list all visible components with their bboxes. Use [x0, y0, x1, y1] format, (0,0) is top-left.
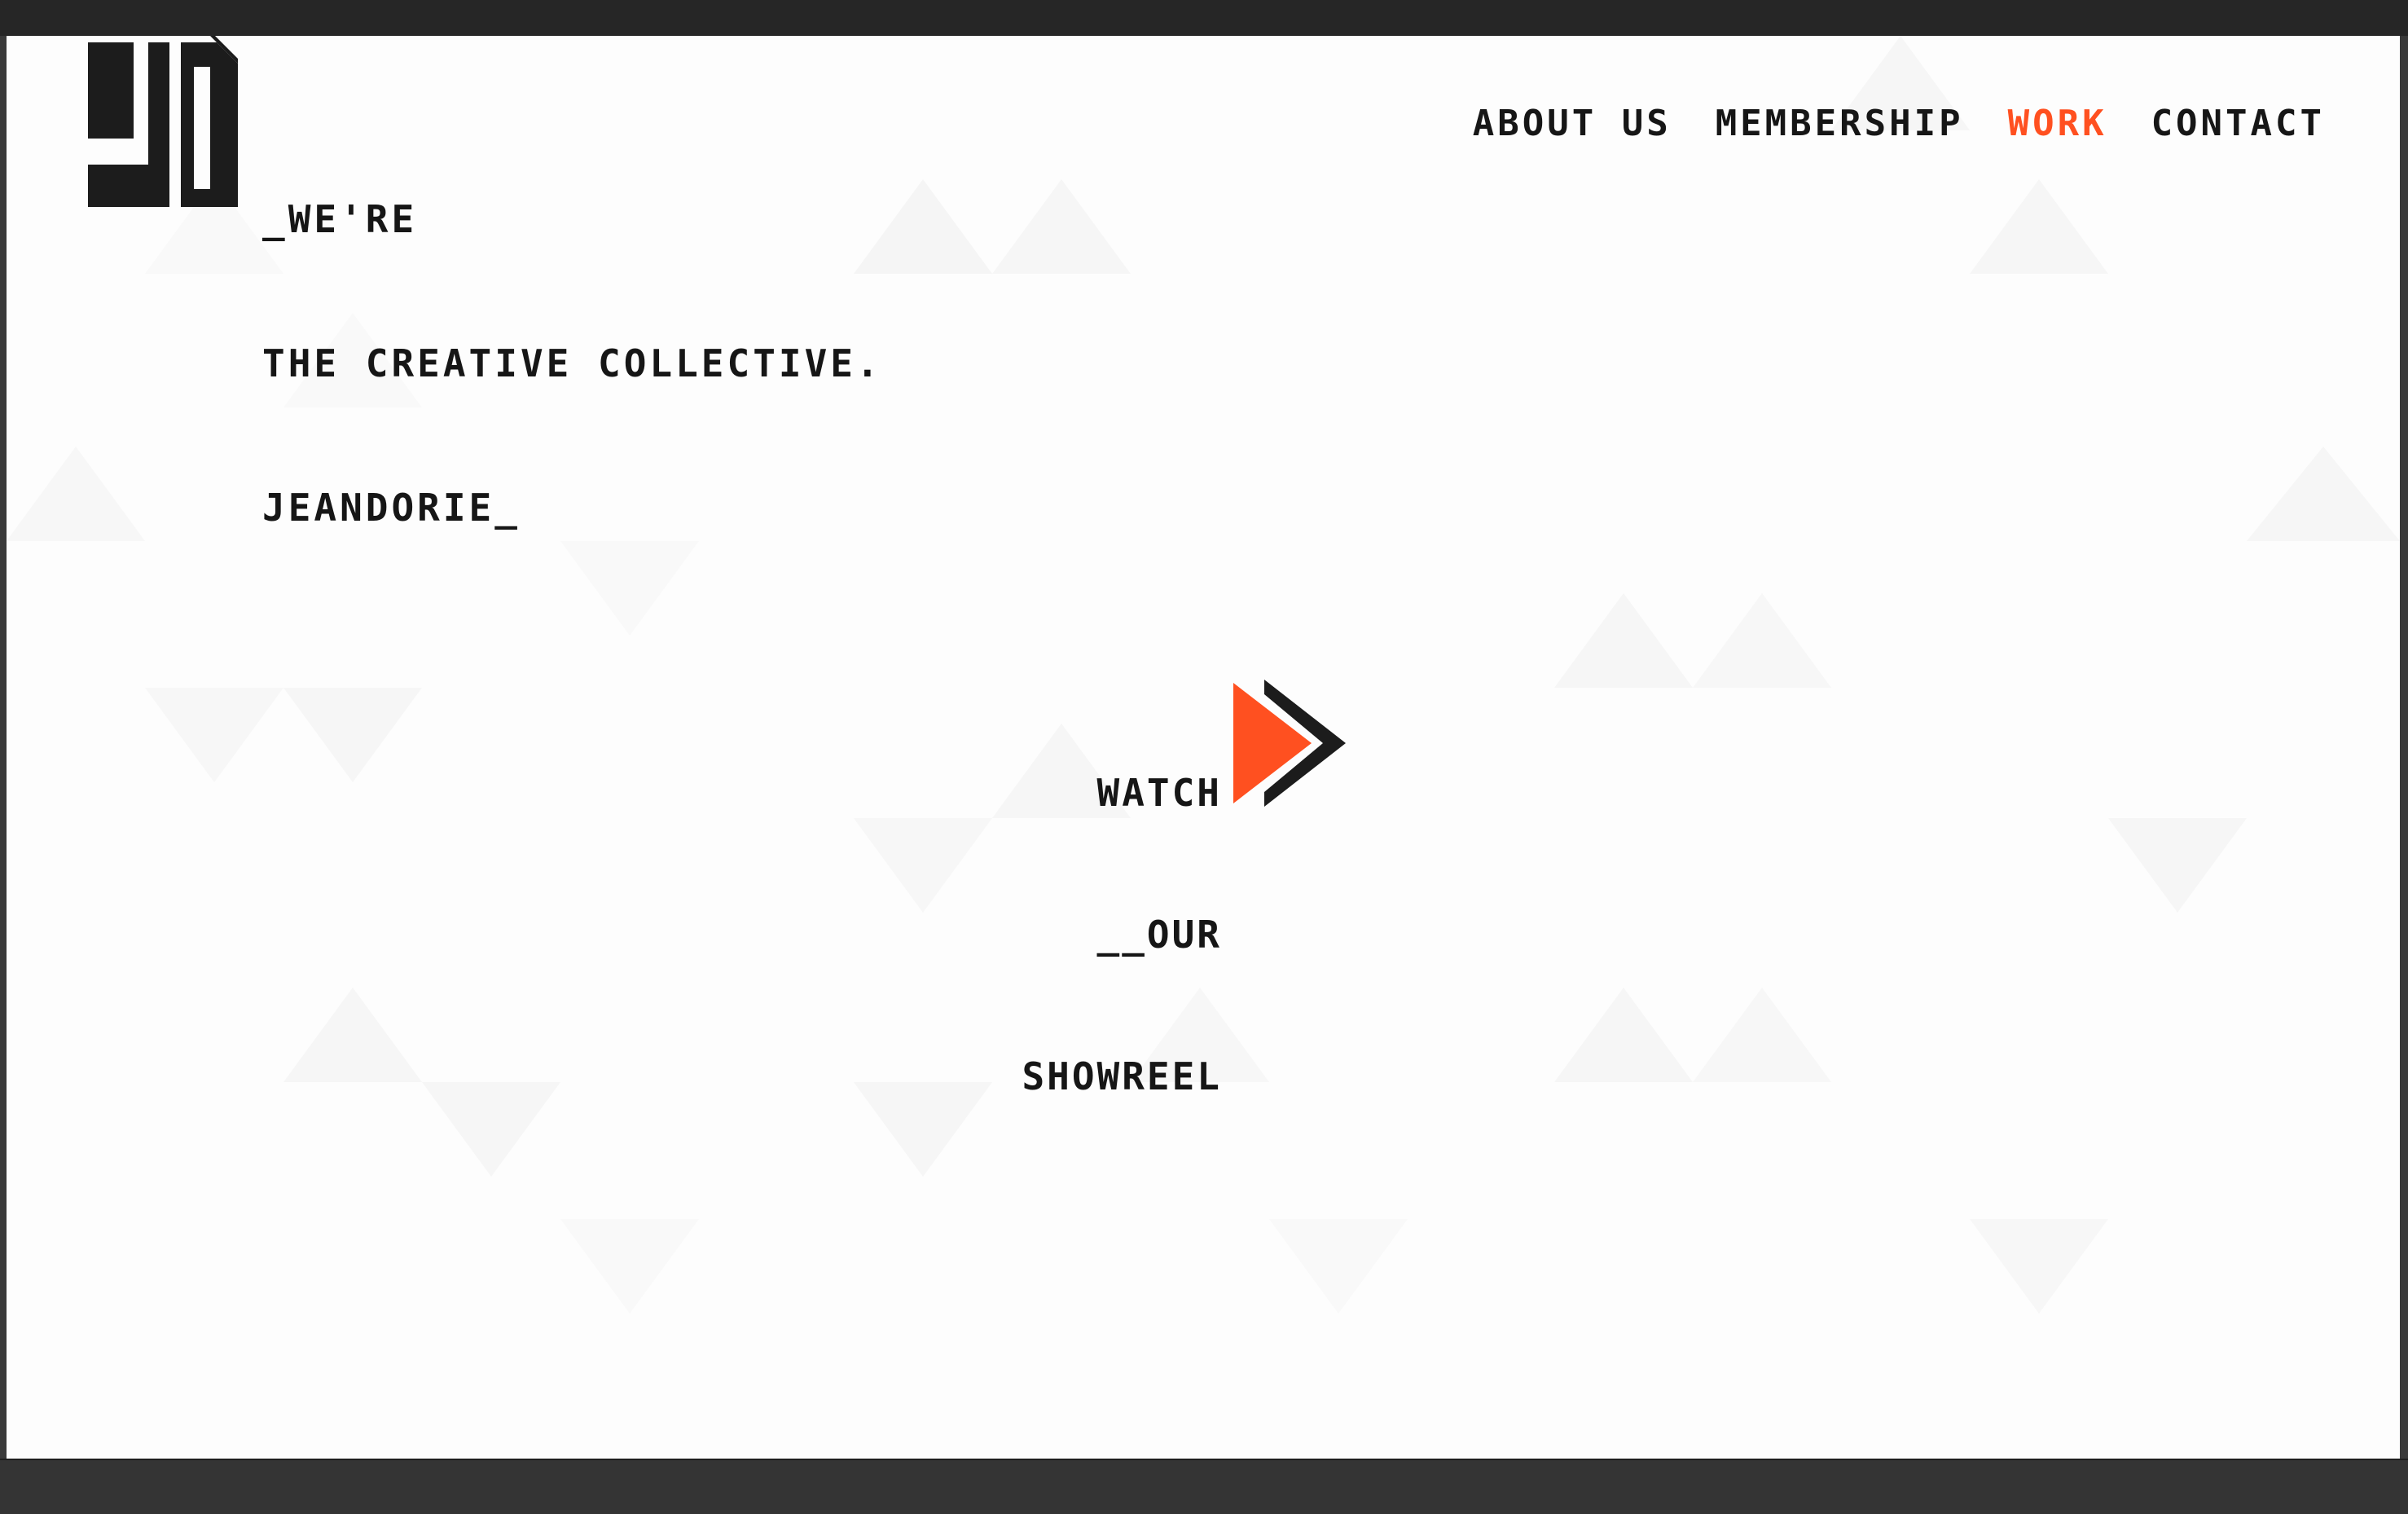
nav-membership[interactable]: MEMBERSHIP: [1716, 103, 1964, 144]
jd-logo-icon[interactable]: [88, 36, 238, 207]
tagline-line-2: THE CREATIVE COLLECTIVE.: [262, 341, 882, 385]
nav-about-us[interactable]: ABOUT US: [1473, 103, 1672, 144]
showreel-line-2: __OUR: [1096, 913, 1222, 957]
tagline-line-1: _WE'RE: [262, 197, 418, 241]
tagline-line-3: JEANDORIE_: [262, 486, 521, 530]
nav-work[interactable]: WORK: [2008, 103, 2107, 144]
window-bottom-bar: [0, 1459, 2408, 1514]
window-top-bar: [0, 0, 2408, 36]
nav-contact[interactable]: CONTACT: [2151, 103, 2325, 144]
watch-showreel-button[interactable]: WATCH __OUR SHOWREEL: [1022, 675, 1364, 1098]
tagline: _WE'RE THE CREATIVE COLLECTIVE. JEANDORI…: [262, 99, 882, 628]
showreel-line-3: SHOWREEL: [1022, 1054, 1222, 1098]
showreel-label: WATCH __OUR SHOWREEL: [1022, 675, 1222, 1195]
page-viewport: _WE'RE THE CREATIVE COLLECTIVE. JEANDORI…: [7, 36, 2400, 1459]
play-icon[interactable]: [1233, 680, 1347, 807]
showreel-line-1: WATCH: [1096, 771, 1222, 815]
main-nav: ABOUT US MEMBERSHIP WORK CONTACT: [1473, 103, 2325, 144]
